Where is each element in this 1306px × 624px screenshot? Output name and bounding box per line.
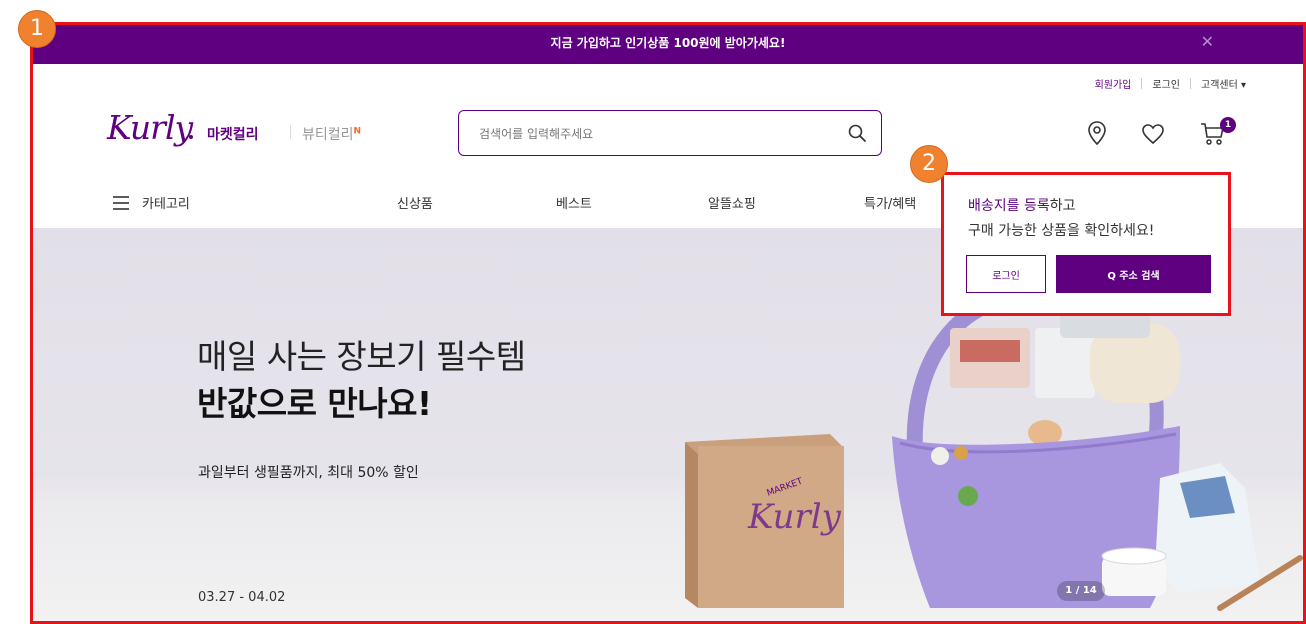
- customer-center-link[interactable]: 고객센터 ▾: [1201, 76, 1246, 91]
- tab-beauty-label: 뷰티컬리: [302, 127, 354, 143]
- logo-dot: [189, 135, 193, 139]
- banner-text[interactable]: 지금 가입하고 인기상품 100원에 받아가세요!: [30, 34, 1306, 51]
- address-search-button[interactable]: Q 주소 검색: [1056, 255, 1211, 293]
- signup-link[interactable]: 회원가입: [1095, 76, 1132, 91]
- cart-count-badge: 1: [1220, 117, 1236, 133]
- nav-category[interactable]: 카테고리: [142, 193, 190, 212]
- divider: [290, 125, 291, 139]
- nav-new-products[interactable]: 신상품: [397, 193, 433, 212]
- callout-badge-1: 1: [18, 10, 56, 48]
- nav-deals[interactable]: 특가/혜택: [864, 193, 916, 212]
- slide-indicator: 1 / 14: [1057, 581, 1105, 601]
- close-icon[interactable]: ✕: [1201, 32, 1214, 51]
- search-icon[interactable]: [847, 123, 867, 147]
- popup-message-line2: 구매 가능한 상품을 확인하세요!: [968, 223, 1155, 239]
- login-link[interactable]: 로그인: [1152, 76, 1180, 91]
- tab-beauty-kurly[interactable]: 뷰티컬리N: [302, 124, 361, 144]
- hamburger-icon[interactable]: [112, 195, 130, 214]
- popup-message-line1: 배송지를 등록하고: [968, 195, 1076, 215]
- hero-headline: 매일 사는 장보기 필수템: [197, 337, 526, 376]
- nav-saving-shopping[interactable]: 알뜰쇼핑: [708, 193, 756, 212]
- divider: [1141, 78, 1143, 89]
- hero-subtitle: 과일부터 생필품까지, 최대 50% 할인: [198, 465, 419, 481]
- box-logo: Kurly: [747, 497, 842, 537]
- popup-text: 하고: [1049, 198, 1076, 214]
- utility-links: 회원가입 로그인 고객센터 ▾: [1095, 76, 1246, 91]
- popup-highlight-text: 배송지를 등록: [968, 198, 1050, 214]
- callout-badge-2: 2: [910, 145, 948, 183]
- heart-icon[interactable]: [1141, 123, 1165, 149]
- nav-best[interactable]: 베스트: [556, 193, 592, 212]
- divider: [1190, 78, 1191, 89]
- new-badge: N: [353, 126, 362, 137]
- hero-headline-bold: 반값으로 만나요!: [197, 384, 432, 423]
- tab-market-kurly[interactable]: 마켓컬리: [207, 124, 259, 144]
- search-input[interactable]: [477, 123, 841, 145]
- kurly-logo[interactable]: Kurly: [107, 108, 193, 147]
- location-pin-icon[interactable]: [1087, 120, 1107, 150]
- hero-date-range: 03.27 - 04.02: [198, 590, 286, 605]
- search-box[interactable]: [458, 110, 882, 156]
- top-promo-banner[interactable]: 지금 가입하고 인기상품 100원에 받아가세요! ✕: [30, 22, 1306, 64]
- popup-login-button[interactable]: 로그인: [966, 255, 1046, 293]
- delivery-address-popup: 배송지를 등록하고 구매 가능한 상품을 확인하세요! 로그인 Q 주소 검색: [941, 172, 1231, 316]
